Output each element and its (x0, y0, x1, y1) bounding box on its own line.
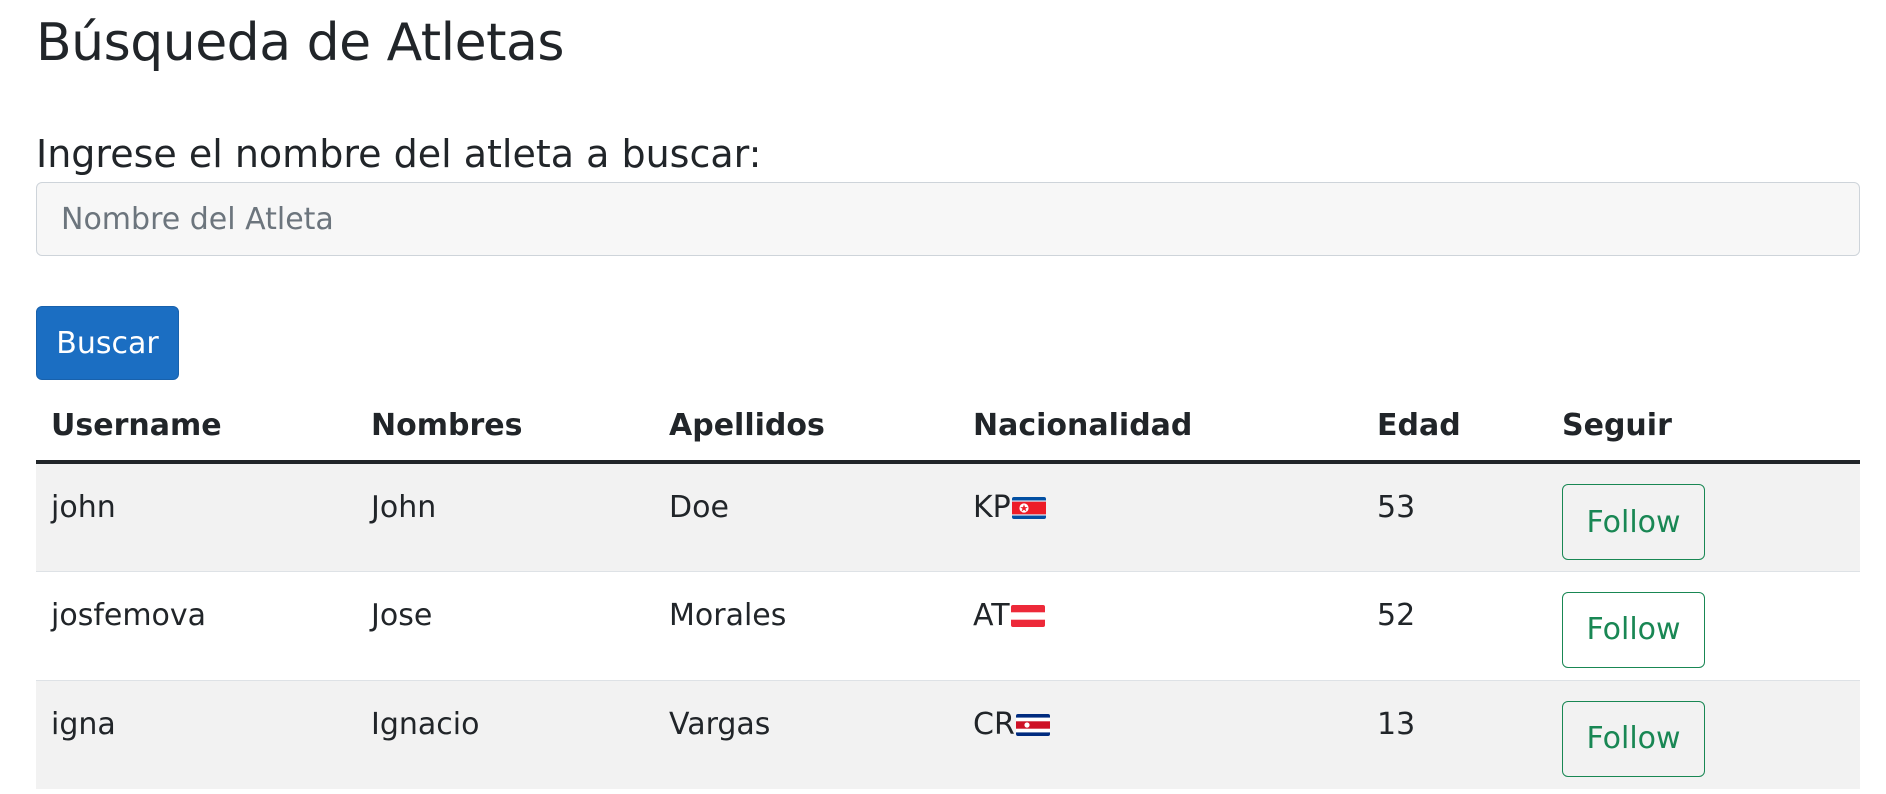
cell-nombres: John (356, 461, 654, 571)
nacionalidad-container: AT (973, 572, 1045, 636)
username-text: john (51, 490, 116, 525)
search-label: Ingrese el nombre del atleta a buscar: (36, 132, 762, 176)
flag-north-korea-icon (1011, 497, 1046, 519)
search-input[interactable] (36, 182, 1860, 256)
cell-nacionalidad: KP (958, 461, 1362, 571)
nacionalidad-code: AT (973, 597, 1010, 633)
nacionalidad-container: KP (973, 464, 1046, 528)
page: Búsqueda de Atletas Ingrese el nombre de… (0, 0, 1886, 794)
table-header-row: Username Nombres Apellidos Nacionalidad … (36, 390, 1860, 464)
cell-nombres: Ignacio (356, 679, 654, 789)
flag-austria-icon (1010, 604, 1045, 627)
table-row: josfemova Jose Morales AT 52 Follow (36, 570, 1860, 680)
table-row: igna Ignacio Vargas CR 13 Follow (36, 679, 1860, 789)
apellidos-text: Vargas (669, 706, 771, 742)
cell-nacionalidad: AT (958, 570, 1362, 680)
header-username: Username (36, 390, 356, 464)
cell-seguir: Follow (1547, 679, 1860, 789)
edad-text: 52 (1377, 597, 1416, 633)
apellidos-text: Doe (669, 490, 729, 525)
cell-username: josfemova (36, 570, 356, 680)
flag-costa-rica-icon (1015, 713, 1050, 736)
nombres-text: John (371, 490, 437, 525)
cell-nacionalidad: CR (958, 679, 1362, 789)
edad-text: 13 (1377, 706, 1416, 742)
cell-seguir: Follow (1547, 461, 1860, 571)
nacionalidad-container: CR (973, 681, 1050, 745)
cell-username: john (36, 461, 356, 571)
nombres-text: Ignacio (371, 706, 480, 742)
apellidos-text: Morales (669, 597, 787, 633)
athletes-table: Username Nombres Apellidos Nacionalidad … (36, 390, 1860, 789)
edad-text: 53 (1377, 490, 1416, 525)
username-text: josfemova (51, 597, 207, 633)
search-button[interactable]: Buscar (36, 306, 179, 380)
header-apellidos: Apellidos (654, 390, 958, 464)
table-row: john John Doe KP 53 Follow (36, 461, 1860, 571)
follow-button[interactable]: Follow (1562, 484, 1705, 560)
header-seguir: Seguir (1547, 390, 1860, 464)
page-title: Búsqueda de Atletas (36, 13, 564, 73)
cell-username: igna (36, 679, 356, 789)
cell-nombres: Jose (356, 570, 654, 680)
cell-edad: 52 (1362, 570, 1547, 680)
header-nacionalidad: Nacionalidad (958, 390, 1362, 464)
cell-edad: 53 (1362, 461, 1547, 571)
nombres-text: Jose (371, 597, 433, 633)
nacionalidad-code: KP (973, 490, 1011, 525)
follow-button[interactable]: Follow (1562, 591, 1705, 668)
username-text: igna (51, 706, 116, 742)
cell-seguir: Follow (1547, 570, 1860, 680)
cell-edad: 13 (1362, 679, 1547, 789)
header-nombres: Nombres (356, 390, 654, 464)
cell-apellidos: Vargas (654, 679, 958, 789)
header-edad: Edad (1362, 390, 1547, 464)
follow-button[interactable]: Follow (1562, 700, 1705, 777)
cell-apellidos: Morales (654, 570, 958, 680)
nacionalidad-code: CR (973, 706, 1015, 742)
cell-apellidos: Doe (654, 461, 958, 571)
